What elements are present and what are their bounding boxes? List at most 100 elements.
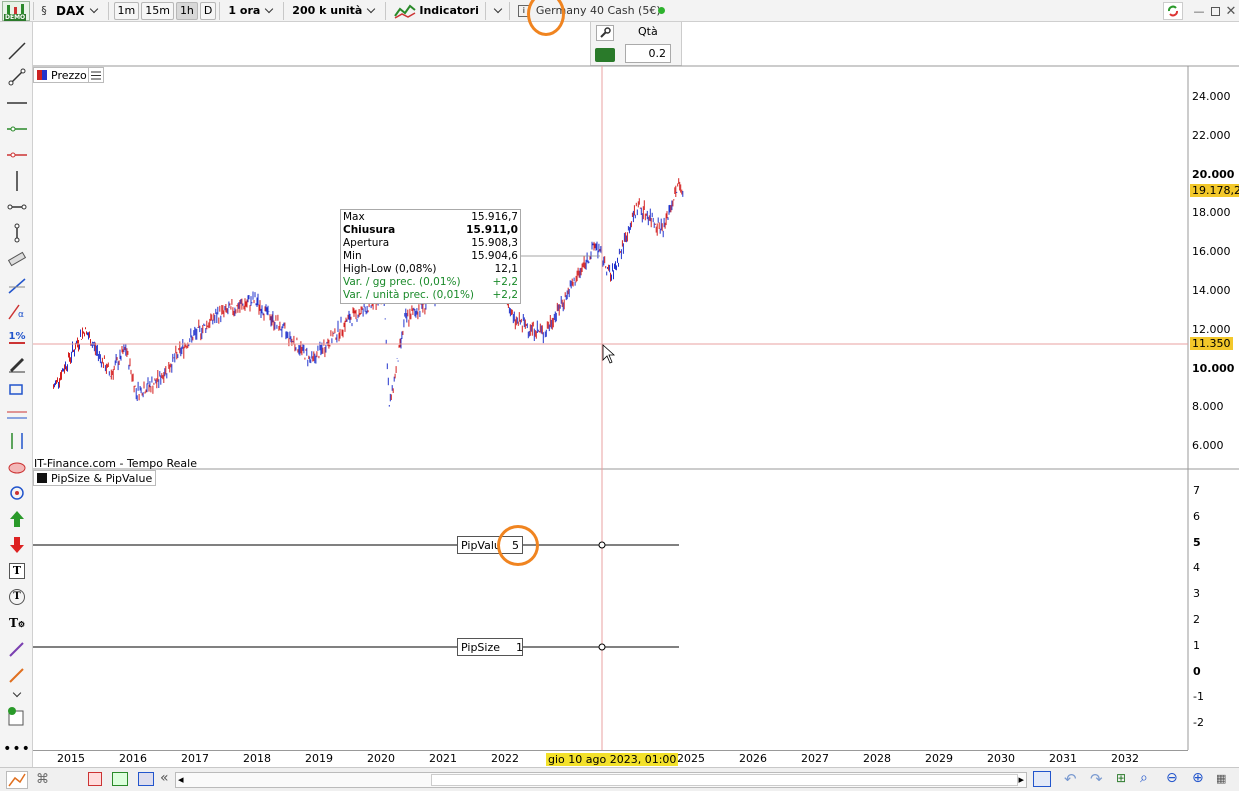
pencil-icon[interactable] <box>5 352 29 374</box>
candle-info-tooltip: Max 15.916,7 Chiusura 15.911,0 Apertura 15.90… <box>340 209 521 304</box>
horizontal-segment-icon[interactable] <box>5 196 29 218</box>
horizontal-line-icon[interactable] <box>5 92 29 114</box>
grid-icon[interactable]: ▦ <box>1216 772 1226 785</box>
report-icon[interactable] <box>88 772 102 786</box>
segment-tool-icon[interactable] <box>5 66 29 88</box>
text-bubble-icon[interactable]: T <box>5 586 29 608</box>
scroll-left-icon[interactable]: ◂ <box>178 773 184 786</box>
ellipse-tool-icon[interactable] <box>5 456 29 478</box>
list-icon[interactable] <box>88 67 104 83</box>
price-chart[interactable] <box>0 0 1239 791</box>
price-legend[interactable]: Prezzo <box>33 67 91 83</box>
vertical-line-icon[interactable] <box>5 170 29 192</box>
time-axis-year: 2032 <box>1111 752 1139 765</box>
scroll-right-icon[interactable]: ▸ <box>1018 773 1024 786</box>
price-y-tick: 6.000 <box>1192 439 1224 453</box>
keyboard-icon[interactable] <box>595 48 615 62</box>
calendar-icon[interactable] <box>1033 771 1051 787</box>
refresh-icon[interactable] <box>1163 2 1183 20</box>
indicators-button[interactable]: Indicatori <box>391 2 482 20</box>
data-source-label: IT-Finance.com - Tempo Reale <box>34 457 197 470</box>
chevron-down-icon[interactable] <box>493 4 503 14</box>
highlight-ring-top <box>527 0 565 36</box>
timeframe-1h-button[interactable]: 1h <box>175 1 198 20</box>
rectangle-tool-icon[interactable] <box>5 378 29 400</box>
zoom-data-icon[interactable]: ⊞ <box>1116 771 1126 785</box>
time-axis-year: 2016 <box>119 752 147 765</box>
network-icon[interactable]: ⌘ <box>36 772 49 787</box>
indicators-icon <box>394 4 416 19</box>
channel-tool-icon[interactable] <box>5 404 29 426</box>
sell-line-icon[interactable] <box>5 144 29 166</box>
symbol-selector[interactable]: DAX <box>53 2 105 20</box>
pipsize-value: 1 <box>516 640 524 654</box>
price-y-tick: 20.000 <box>1192 167 1235 181</box>
alerts-icon[interactable] <box>5 706 29 728</box>
timeframe-1m-button[interactable]: 1m <box>113 1 140 20</box>
vertical-segment-icon[interactable] <box>5 222 29 244</box>
horizontal-scrollbar[interactable]: ◂ ▸ <box>175 772 1027 788</box>
indicator-y-tick: 1 <box>1193 638 1200 652</box>
chart-add-icon[interactable] <box>112 772 128 786</box>
price-y-tick: 14.000 <box>1192 284 1231 297</box>
brush-tool-icon[interactable] <box>5 638 29 660</box>
zoom-fit-icon[interactable]: ⌕ <box>1140 770 1148 786</box>
alpha-tool-icon[interactable]: α <box>5 300 29 322</box>
undo-icon[interactable]: ↶ <box>1064 770 1077 788</box>
line-tool-icon[interactable] <box>5 40 29 62</box>
timeframe-d-button[interactable]: D <box>199 1 217 20</box>
collapse-icon[interactable]: « <box>160 770 169 786</box>
ruler-icon[interactable] <box>5 248 29 270</box>
text-settings-icon[interactable]: T⚙ <box>5 612 29 634</box>
eraser-tool-icon[interactable] <box>5 664 29 686</box>
top-toolbar: DEMO § DAX 1m 15m 1h D 1 ora 200 k unità… <box>0 0 1239 22</box>
mouse-cursor-icon <box>602 344 616 364</box>
tooltip-label: Chiusura <box>343 224 396 236</box>
indicator-y-tick: 4 <box>1193 561 1200 575</box>
units-selector[interactable]: 200 k unità <box>289 2 382 20</box>
cursor-price-tag: 11.350 <box>1190 337 1233 350</box>
minimize-icon[interactable]: — <box>1191 5 1207 18</box>
tooltip-label: Var. / gg prec. (0,01%) <box>343 276 461 288</box>
window-chart-icon[interactable] <box>138 772 154 786</box>
interval-selector[interactable]: 1 ora <box>225 2 280 20</box>
chart-style-icon[interactable] <box>6 771 28 789</box>
fibonacci-icon[interactable] <box>5 274 29 296</box>
more-icon[interactable]: ••• <box>3 738 30 760</box>
maximize-icon[interactable] <box>1207 6 1223 16</box>
demo-badge: DEMO <box>2 0 30 21</box>
buy-line-icon[interactable] <box>5 118 29 140</box>
arrow-down-icon[interactable] <box>5 534 29 556</box>
indicator-legend[interactable]: PipSize & PipValue <box>33 470 157 486</box>
wrench-icon[interactable] <box>596 25 614 41</box>
tooltip-row: Min 15.904,6 <box>343 250 518 263</box>
close-icon[interactable]: ✕ <box>1223 4 1239 19</box>
pipvalue-label: PipValue <box>461 538 498 552</box>
highlight-ring-pipvalue <box>497 525 539 566</box>
units-label: 200 k unità <box>292 4 363 17</box>
scroll-thumb[interactable] <box>431 774 1018 786</box>
tooltip-label: Var. / unità prec. (0,01%) <box>343 289 475 301</box>
price-y-tick: 12.000 <box>1192 322 1231 336</box>
tooltip-row: Var. / gg prec. (0,01%) +2,2 <box>343 276 518 289</box>
timeframe-15m-button[interactable]: 15m <box>141 1 174 20</box>
arrow-up-icon[interactable] <box>5 508 29 530</box>
range-tool-icon[interactable] <box>5 430 29 452</box>
time-axis-year: 2019 <box>305 752 333 765</box>
target-tool-icon[interactable] <box>5 482 29 504</box>
text-tool-icon[interactable]: T <box>5 560 29 582</box>
pipvalue-marker <box>598 541 606 549</box>
qty-input[interactable]: 0.2 <box>625 44 671 63</box>
time-axis-year: 2026 <box>739 752 767 765</box>
percent-tool-icon[interactable]: 1% <box>5 326 29 348</box>
zoom-in-icon[interactable]: ⊕ <box>1192 770 1204 786</box>
time-axis-year: 2030 <box>987 752 1015 765</box>
zoom-out-icon[interactable]: ⊖ <box>1166 770 1178 786</box>
pipsize-label-box[interactable]: PipSize 1 <box>457 638 523 656</box>
link-icon[interactable]: § <box>37 4 51 17</box>
redo-icon[interactable]: ↷ <box>1090 770 1103 788</box>
chevron-down-icon[interactable] <box>5 686 29 700</box>
tooltip-value: 15.908,3 <box>471 237 518 249</box>
time-axis-year: 2022 <box>491 752 519 765</box>
tooltip-value: 12,1 <box>494 263 518 275</box>
